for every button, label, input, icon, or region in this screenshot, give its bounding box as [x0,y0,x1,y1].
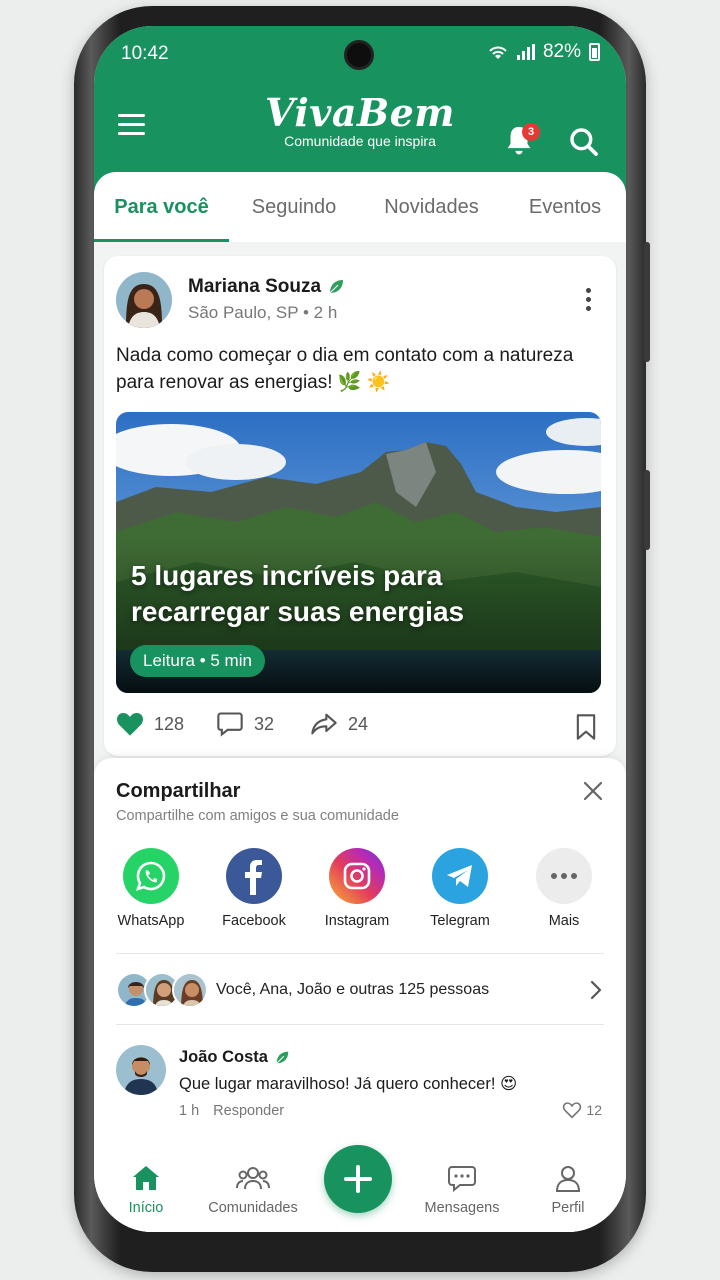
share-sheet-subtitle: Compartilhe com amigos e sua comunidade [116,808,399,824]
bottom-navigation: Início Comunidades Mensagens Perfil [94,1134,626,1232]
comment-time: 1 h [179,1103,200,1119]
post-meta: São Paulo, SP • 2 h [188,303,338,322]
chevron-right-icon [590,980,602,1000]
app-tagline: Comunidade que inspira [284,133,436,149]
share-targets: WhatsApp Facebook Instagram Telegram Mai… [94,848,626,938]
app-bar: VivaBem Comunidade que inspira 3 [94,82,626,172]
post-text: Nada como começar o dia em contato com a… [116,345,574,393]
post-card: Mariana Souza São Paulo, SP • 2 h Nada c… [104,256,616,756]
heart-outline-icon [563,1102,582,1119]
facebook-icon [226,848,282,904]
avatar[interactable] [116,1045,166,1095]
verified-leaf-icon [329,280,344,294]
nav-perfil[interactable]: Perfil [518,1162,618,1216]
nav-inicio[interactable]: Início [96,1162,196,1216]
messages-icon [448,1166,476,1192]
app-brand: VivaBem Comunidade que inspira [94,90,626,149]
create-post-button[interactable] [324,1145,392,1213]
tab-eventos[interactable]: Eventos [504,172,626,242]
shared-by-text: Você, Ana, João e outras 125 pessoas [216,981,490,998]
share-label: WhatsApp [117,913,185,929]
share-label: Telegram [430,913,490,929]
notification-badge: 3 [522,123,540,141]
status-bar: 10:42 82% [94,26,626,82]
wifi-icon [489,46,507,59]
instagram-icon [329,848,385,904]
status-time: 10:42 [121,43,169,64]
comment-author[interactable]: João Costa [179,1048,290,1067]
share-sheet-title: Compartilhar [116,780,241,802]
share-count: 24 [348,713,369,734]
share-label: Instagram [324,913,390,929]
avatar[interactable] [116,272,172,328]
status-icons: 82% [487,41,600,63]
comment-meta: 1 h Responder [179,1103,284,1119]
comment-text: Que lugar maravilhoso! Já quero conhecer… [179,1075,518,1093]
share-whatsapp-button[interactable]: WhatsApp [96,848,206,929]
read-time-pill: Leitura • 5 min [130,645,265,677]
close-icon[interactable] [582,780,604,802]
whatsapp-icon [123,848,179,904]
comment-button[interactable]: 32 [216,711,274,737]
share-telegram-button[interactable]: Telegram [405,848,515,929]
home-icon [133,1166,159,1190]
post-author-name: Mariana Souza [188,276,322,297]
nav-label: Mensagens [424,1200,500,1216]
telegram-icon [432,848,488,904]
article-title: 5 lugares incríveis para recarregar suas… [131,560,465,627]
signal-icon [516,44,535,60]
avatar [172,972,208,1008]
share-facebook-button[interactable]: Facebook [199,848,309,929]
divider [116,1024,604,1025]
share-button[interactable]: 24 [310,711,368,737]
phone-frame: 10:42 82% VivaBem Comunidade que inspira… [74,6,650,1272]
share-label: Facebook [222,913,286,929]
like-button[interactable]: 128 [116,711,184,737]
plus-icon [344,1165,372,1193]
heart-icon [117,713,143,736]
tab-para-voce[interactable]: Para você [94,172,229,242]
communities-icon [236,1167,270,1190]
share-instagram-button[interactable]: Instagram [302,848,412,929]
nav-label: Início [128,1200,164,1216]
screen: 10:42 82% VivaBem Comunidade que inspira… [94,26,626,1232]
comment-icon [217,712,243,737]
tab-novidades[interactable]: Novidades [359,172,504,242]
comment-like-count: 12 [586,1102,602,1118]
bookmark-icon[interactable] [574,713,598,741]
feed-tabs: Para você Seguindo Novidades Eventos [94,172,626,242]
divider [116,953,604,954]
more-icon [536,848,592,904]
shared-by-row[interactable]: Você, Ana, João e outras 125 pessoas [116,970,602,1010]
app-logo: VivaBem [265,90,455,135]
nav-label: Perfil [551,1200,585,1216]
power-button [644,470,650,550]
post-author[interactable]: Mariana Souza [188,276,345,298]
comment-item: João Costa Que lugar maravilhoso! Já que… [116,1045,602,1125]
share-label: Mais [548,913,580,929]
tab-seguindo[interactable]: Seguindo [229,172,359,242]
comment-author-name: João Costa [179,1048,268,1066]
battery-icon [589,43,600,61]
search-icon[interactable] [568,126,600,158]
like-count: 128 [154,713,185,734]
comment-like-button[interactable]: 12 [562,1101,602,1119]
avatar-stack [116,972,212,1008]
reply-button[interactable]: Responder [213,1103,284,1119]
nav-mensagens[interactable]: Mensagens [412,1162,512,1216]
share-arrow-icon [311,713,337,735]
more-options-icon[interactable] [586,288,592,315]
comment-count: 32 [254,713,275,734]
battery-percent: 82% [542,41,581,62]
share-more-button[interactable]: Mais [509,848,619,929]
verified-leaf-icon [276,1051,289,1064]
post-actions: 128 32 24 [116,711,602,743]
profile-icon [555,1166,581,1192]
nav-comunidades[interactable]: Comunidades [203,1162,303,1216]
front-camera [344,40,374,70]
nav-label: Comunidades [208,1200,298,1216]
article-preview[interactable]: 5 lugares incríveis para recarregar suas… [116,412,601,693]
volume-button [644,242,650,362]
